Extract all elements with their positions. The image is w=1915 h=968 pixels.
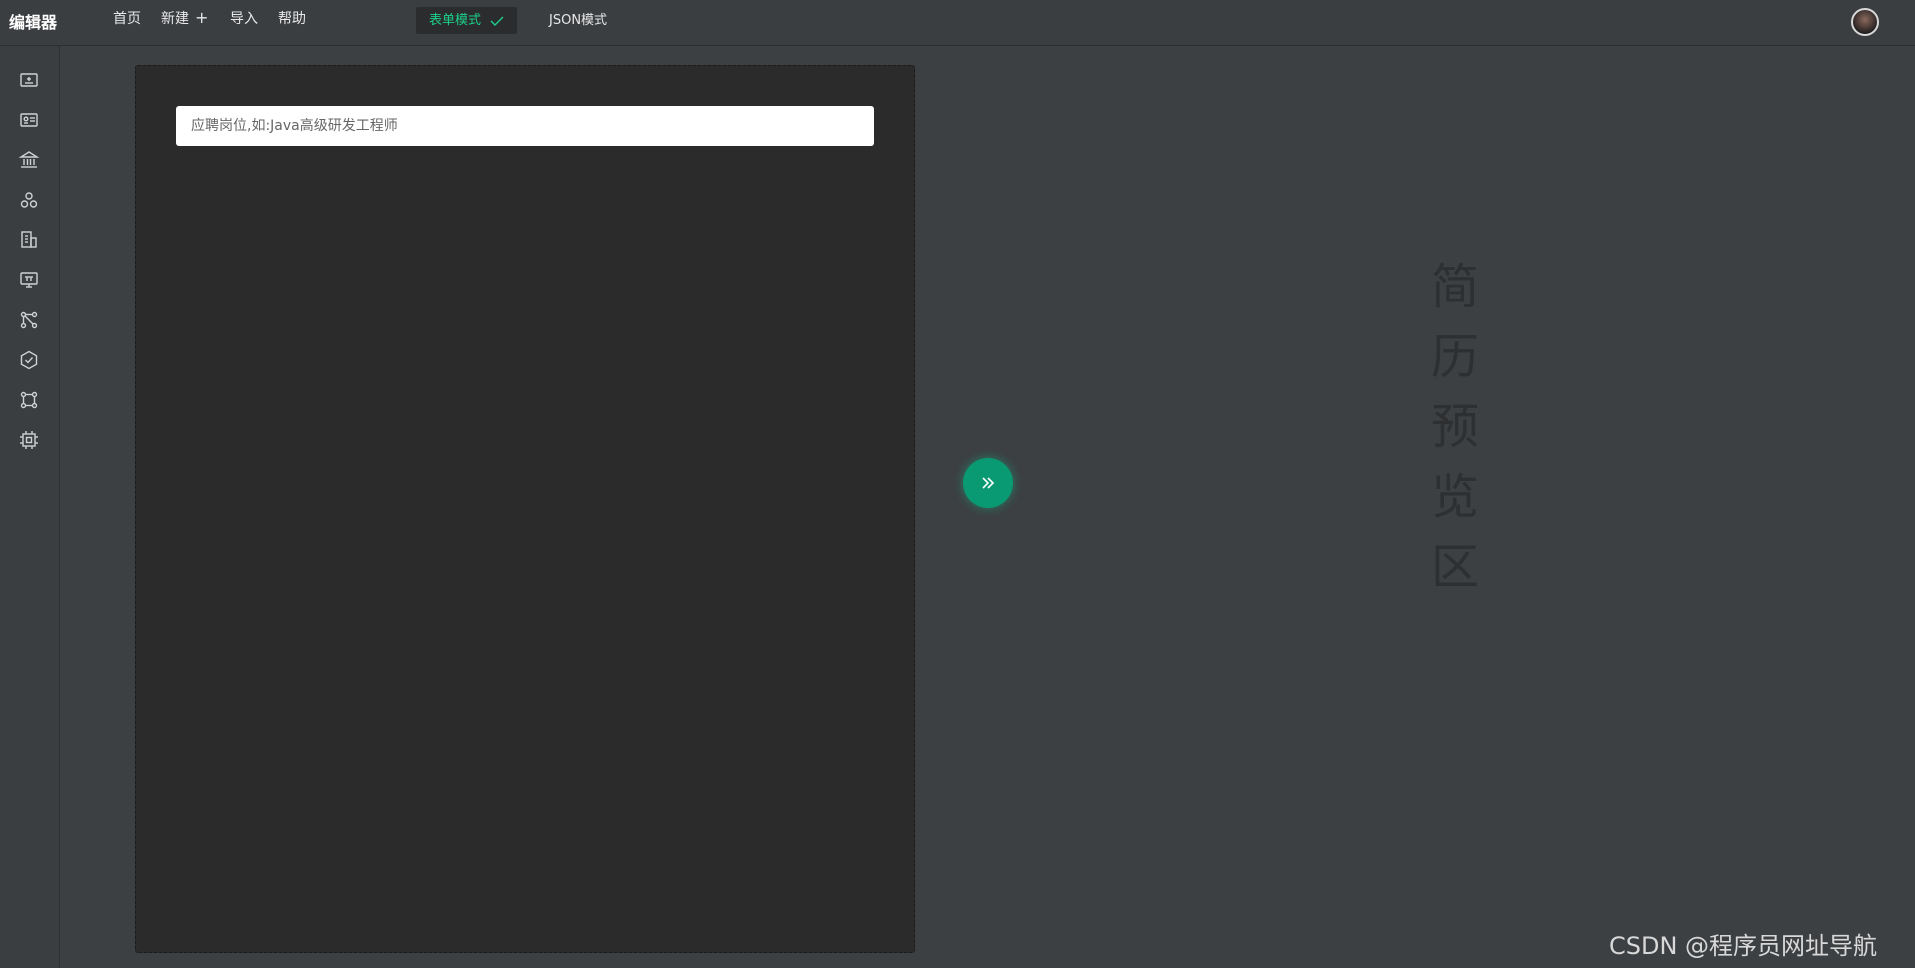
personal-info-icon[interactable]	[18, 69, 40, 91]
nav-import[interactable]: 导入	[230, 10, 258, 28]
sidebar	[0, 46, 60, 968]
settings-icon[interactable]	[18, 349, 40, 371]
form-mode-label: 表单模式	[429, 13, 482, 28]
nav-new-label: 新建	[161, 11, 189, 27]
job-position-input[interactable]	[176, 106, 874, 146]
preview-char: 区	[1430, 539, 1479, 595]
preview-char: 预	[1430, 399, 1479, 455]
nav-home[interactable]: 首页	[113, 10, 141, 28]
top-bar: 编辑器 首页 新建 + 导入 帮助 表单模式 JSON模式	[0, 0, 1915, 46]
check-icon	[490, 16, 504, 26]
preview-area-label: 简 历 预 览 区	[1425, 252, 1485, 602]
double-chevron-right-icon	[982, 477, 995, 489]
modules-icon[interactable]	[18, 389, 40, 411]
form-mode-button[interactable]: 表单模式	[416, 7, 518, 34]
app-logo: 编辑器	[9, 13, 58, 32]
csdn-watermark: CSDN @程序员网址导航	[1609, 932, 1878, 960]
company-icon[interactable]	[18, 229, 40, 251]
nav-help-label: 帮助	[278, 11, 306, 27]
user-avatar[interactable]	[1851, 8, 1879, 36]
network-icon[interactable]	[18, 309, 40, 331]
skills-icon[interactable]	[18, 189, 40, 211]
preview-char: 历	[1430, 329, 1479, 385]
json-mode-label: JSON模式	[549, 13, 608, 28]
nav-import-label: 导入	[230, 11, 258, 27]
editor-panel	[135, 65, 915, 953]
id-card-icon[interactable]	[18, 109, 40, 131]
json-mode-button[interactable]: JSON模式	[536, 7, 620, 34]
nav-home-label: 首页	[113, 11, 141, 27]
school-icon[interactable]	[18, 149, 40, 171]
plus-icon: +	[195, 8, 209, 27]
nav-help[interactable]: 帮助	[278, 10, 306, 28]
preview-char: 简	[1430, 259, 1479, 315]
preview-char: 览	[1430, 469, 1479, 525]
project-icon[interactable]	[18, 269, 40, 291]
nav-new[interactable]: 新建 +	[161, 10, 208, 28]
expand-preview-button[interactable]	[963, 458, 1013, 508]
chip-icon[interactable]	[18, 429, 40, 451]
